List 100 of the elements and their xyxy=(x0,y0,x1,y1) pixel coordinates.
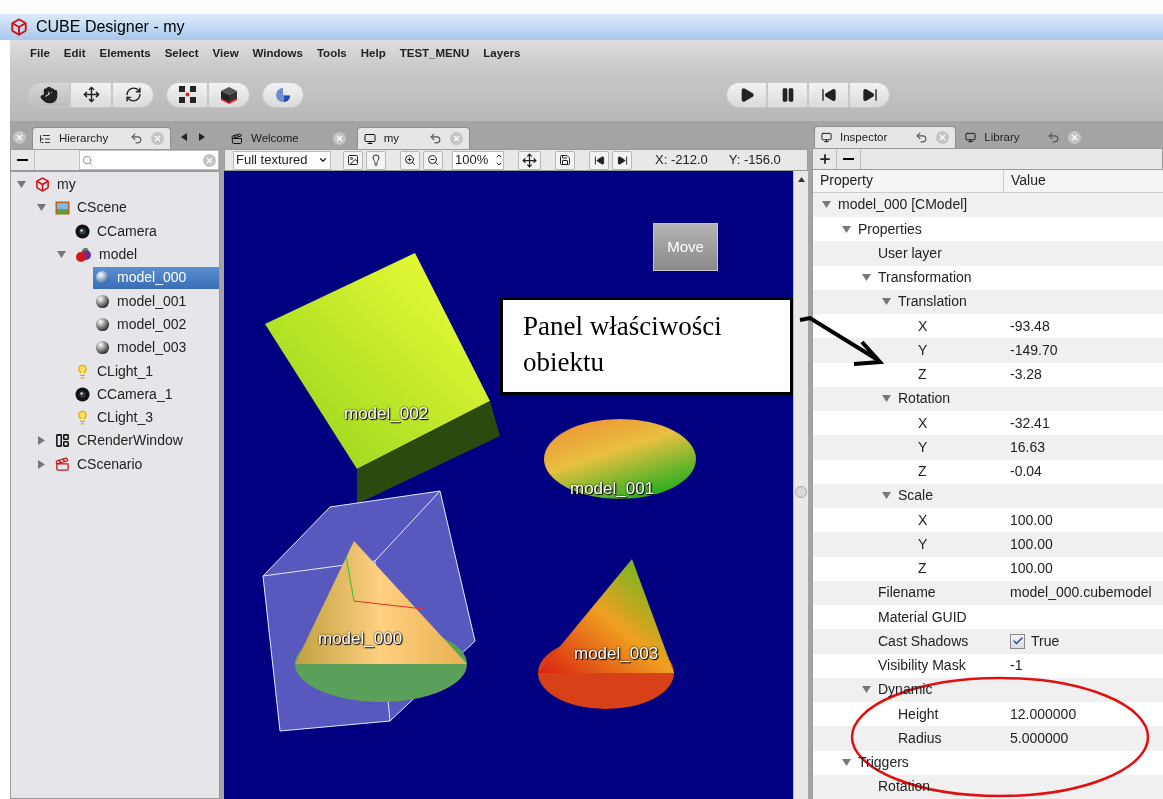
expand-arrow-icon[interactable] xyxy=(842,224,851,234)
property-value[interactable]: -3.28 xyxy=(1010,364,1042,386)
property-value[interactable]: True xyxy=(1031,630,1060,652)
scroll-up-icon[interactable] xyxy=(797,177,805,182)
property-value[interactable]: 5.000000 xyxy=(1010,727,1069,749)
playback-button[interactable] xyxy=(808,81,849,108)
scroll-right-icon[interactable] xyxy=(199,133,206,141)
tree-item[interactable]: model_000 xyxy=(93,266,219,289)
expand-arrow-icon[interactable] xyxy=(36,459,46,469)
property-name: Material GUID xyxy=(878,607,967,627)
expand-arrow-icon[interactable] xyxy=(882,491,891,501)
property-value[interactable]: 100.00 xyxy=(1010,558,1053,580)
menu-item[interactable]: Edit xyxy=(63,45,86,63)
skip-forward-icon xyxy=(616,154,628,166)
splitter-handle[interactable] xyxy=(795,486,807,498)
menu-item[interactable]: View xyxy=(212,45,239,63)
menu-item[interactable]: Select xyxy=(164,45,199,63)
menu-item[interactable]: Tools xyxy=(316,45,347,63)
cube-model[interactable] xyxy=(265,253,500,504)
tree-item[interactable]: model xyxy=(73,243,219,266)
property-value[interactable]: -1 xyxy=(1010,655,1023,677)
scroll-left-icon[interactable] xyxy=(181,133,188,141)
tool-button[interactable] xyxy=(28,81,70,108)
menu-item[interactable]: Elements xyxy=(99,45,151,63)
expand-arrow-icon[interactable] xyxy=(36,203,46,213)
tool-button[interactable] xyxy=(208,81,250,108)
column-header[interactable]: Value xyxy=(1004,169,1163,192)
undo-icon[interactable] xyxy=(429,132,443,145)
property-value[interactable]: -0.04 xyxy=(1010,461,1042,483)
cone-model[interactable] xyxy=(538,559,674,709)
zoom-in-button[interactable] xyxy=(400,150,420,170)
zoom-out-button[interactable] xyxy=(423,150,443,170)
property-value[interactable]: -93.48 xyxy=(1010,315,1050,337)
checkbox[interactable] xyxy=(1010,633,1025,649)
menu-item[interactable]: Layers xyxy=(483,45,521,63)
tool-button[interactable] xyxy=(70,81,112,108)
panel-tab[interactable]: Hierarchy xyxy=(32,127,172,149)
undo-icon[interactable] xyxy=(915,131,929,145)
undo-icon[interactable] xyxy=(130,132,144,145)
menu-item[interactable]: TEST_MENU xyxy=(399,45,470,63)
document-tab[interactable]: my xyxy=(356,127,471,149)
tree-item[interactable]: CLight_1 xyxy=(73,360,219,382)
property-value[interactable]: -149.70 xyxy=(1010,339,1058,361)
expand-arrow-icon[interactable] xyxy=(16,180,26,190)
expand-arrow-icon[interactable] xyxy=(862,273,871,283)
panel-tab[interactable]: Inspector xyxy=(814,126,957,149)
tree-item[interactable]: model_001 xyxy=(93,290,219,313)
tree-item[interactable]: model_003 xyxy=(93,336,219,359)
expand-arrow-icon[interactable] xyxy=(36,436,46,446)
cube-icon xyxy=(10,18,28,36)
light-button[interactable] xyxy=(366,150,386,170)
save-button[interactable] xyxy=(555,150,575,170)
playback-button[interactable] xyxy=(767,81,808,108)
menu-item[interactable]: Windows xyxy=(252,45,303,63)
tool-button[interactable] xyxy=(262,81,304,108)
property-value[interactable]: 100.00 xyxy=(1010,533,1053,555)
expand-arrow-icon[interactable] xyxy=(882,394,891,404)
previous-button[interactable] xyxy=(589,150,609,170)
tree-item[interactable]: CCamera_1 xyxy=(73,383,219,406)
tree-item[interactable]: CScene xyxy=(53,196,219,219)
tree-item[interactable]: my xyxy=(33,173,219,196)
property-value[interactable]: -32.41 xyxy=(1010,412,1050,434)
spin-up-icon[interactable] xyxy=(495,152,503,160)
zoom-spinbox[interactable]: 100% xyxy=(452,150,504,170)
spin-down-icon[interactable] xyxy=(495,160,503,168)
tree-item[interactable]: CCamera xyxy=(73,220,219,243)
playback-button[interactable] xyxy=(849,81,890,108)
column-header[interactable]: Property xyxy=(813,169,1004,192)
tree-item[interactable]: CScenario xyxy=(53,453,219,476)
property-value[interactable]: model_000.cubemodel xyxy=(1010,582,1152,604)
undo-icon[interactable] xyxy=(1047,131,1061,145)
pan-button[interactable] xyxy=(518,150,541,170)
playback-button[interactable] xyxy=(726,81,767,108)
scrollbar[interactable] xyxy=(793,171,808,799)
expand-arrow-icon[interactable] xyxy=(882,297,891,307)
expand-arrow-icon[interactable] xyxy=(862,685,871,695)
expand-arrow-icon[interactable] xyxy=(56,250,66,260)
menu-item[interactable]: File xyxy=(30,45,50,63)
tree-item[interactable]: model_002 xyxy=(93,313,219,336)
cone-model[interactable] xyxy=(295,541,467,702)
expand-arrow-icon[interactable] xyxy=(842,758,851,768)
axis-gizmo[interactable] xyxy=(345,555,425,610)
picture-button[interactable] xyxy=(343,150,363,170)
plus-icon xyxy=(817,152,832,167)
tree-item[interactable]: CLight_3 xyxy=(73,406,219,429)
menu-item[interactable]: Help xyxy=(360,45,386,63)
cherries-icon xyxy=(75,247,92,262)
expand-arrow-icon[interactable] xyxy=(822,200,831,210)
property-name: X xyxy=(918,413,928,433)
property-value[interactable]: 16.63 xyxy=(1010,436,1046,458)
property-value[interactable]: 12.000000 xyxy=(1010,703,1077,725)
tool-button[interactable] xyxy=(166,81,208,108)
tree-item[interactable]: CRenderWindow xyxy=(53,429,219,452)
ellipsoid-model[interactable] xyxy=(544,419,696,499)
property-value[interactable]: 100.00 xyxy=(1010,509,1053,531)
tool-button[interactable] xyxy=(112,81,154,108)
search-field[interactable] xyxy=(79,150,219,170)
render-mode-dropdown[interactable]: Full textured xyxy=(233,150,331,170)
next-button[interactable] xyxy=(612,150,632,170)
lightbulb-icon xyxy=(75,363,90,379)
